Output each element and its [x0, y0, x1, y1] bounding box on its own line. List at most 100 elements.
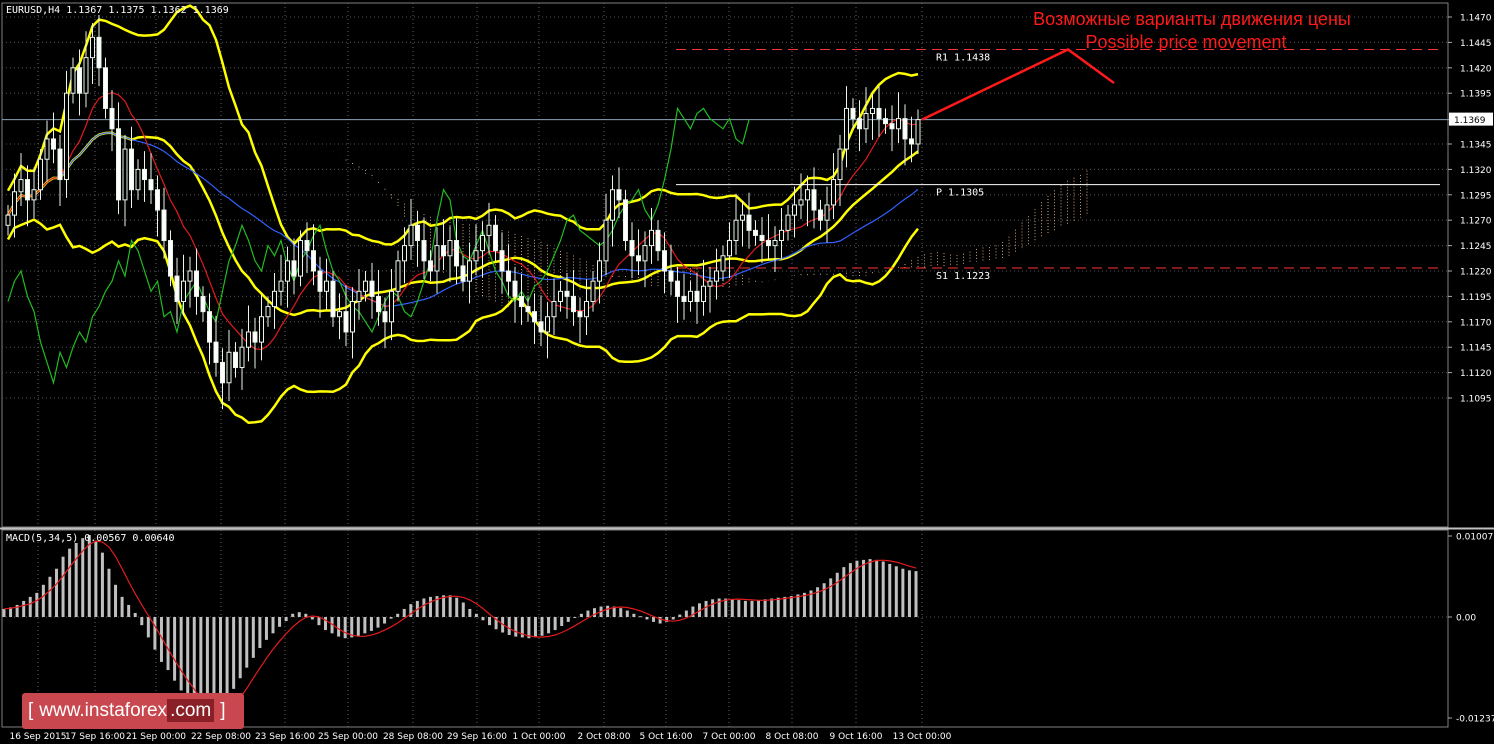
- macd-bar: [376, 617, 380, 628]
- bull-candle: [551, 300, 557, 318]
- macd-bar: [671, 617, 675, 620]
- macd-bar: [560, 617, 564, 626]
- macd-bar: [586, 610, 590, 617]
- macd-bar: [533, 617, 537, 638]
- x-tick-label: 17 Sep 16:00: [65, 732, 125, 742]
- bear-candle: [525, 306, 531, 313]
- macd-bar: [383, 617, 387, 624]
- macd-bar: [652, 617, 656, 622]
- bear-candle: [142, 168, 147, 181]
- macd-bar: [245, 617, 249, 668]
- bear-candle: [662, 250, 667, 272]
- x-tick-label: 8 Oct 08:00: [766, 732, 819, 742]
- bull-candle: [733, 219, 739, 242]
- bull-candle: [389, 290, 394, 323]
- macd-bar: [179, 617, 183, 691]
- bear-candle: [51, 138, 56, 150]
- bull-candle: [480, 234, 485, 252]
- macd-bar: [783, 596, 787, 617]
- bear-candle: [811, 189, 817, 211]
- bear-candle: [103, 67, 108, 109]
- y-tick-label: 1.1420: [1460, 64, 1492, 74]
- macd-bar: [842, 567, 846, 617]
- macd-bar: [573, 617, 577, 618]
- bear-candle: [681, 295, 687, 302]
- bull-candle: [239, 346, 245, 369]
- bull-candle: [597, 260, 602, 282]
- bull-candle: [467, 260, 472, 282]
- macd-bar: [474, 613, 478, 617]
- macd-bar: [422, 598, 426, 617]
- bear-candle: [694, 290, 700, 302]
- bear-candle: [96, 36, 102, 69]
- bear-candle: [317, 270, 323, 292]
- macd-bar: [428, 596, 432, 617]
- bull-candle: [64, 92, 69, 181]
- instaforex-logo[interactable]: [www.instaforex .com]: [22, 693, 244, 729]
- bear-candle: [213, 341, 219, 363]
- macd-bar: [369, 617, 373, 631]
- macd-bar: [271, 617, 275, 634]
- bull-candle: [837, 148, 843, 181]
- bull-candle: [688, 290, 693, 302]
- macd-bar: [835, 572, 839, 617]
- bear-candle: [233, 351, 238, 369]
- bull-candle: [792, 204, 797, 216]
- bear-candle: [668, 270, 674, 282]
- bull-candle: [246, 331, 251, 348]
- macd-bar: [74, 542, 78, 617]
- macd-bar: [48, 576, 52, 617]
- bull-candle: [863, 113, 869, 130]
- bull-candle: [486, 224, 492, 236]
- macd-bar: [684, 610, 688, 617]
- bull-candle: [187, 270, 193, 282]
- bull-candle: [649, 229, 654, 247]
- bull-candle: [12, 191, 17, 216]
- macd-bar: [264, 617, 268, 640]
- price-chart[interactable]: R1 1.1438 P 1.1305 S1 1.1223 16 Sep 201517…: [0, 0, 1494, 744]
- macd-bar: [291, 613, 295, 617]
- bull-candle: [740, 214, 745, 221]
- bear-candle: [909, 138, 914, 145]
- macd-bar: [796, 594, 800, 617]
- bear-candle: [415, 224, 420, 242]
- bull-candle: [720, 255, 726, 272]
- macd-bar: [251, 617, 255, 658]
- bear-candle: [194, 270, 199, 297]
- y-tick-label: 1.1120: [1460, 369, 1492, 379]
- x-tick-label: 16 Sep 2015: [9, 732, 66, 742]
- bear-candle: [148, 179, 154, 191]
- macd-bar: [61, 556, 65, 617]
- bull-candle: [70, 67, 76, 94]
- macd-bar: [579, 613, 583, 617]
- macd-bar: [186, 617, 190, 699]
- bear-candle: [252, 331, 258, 343]
- bear-candle: [421, 240, 427, 262]
- macd-bar: [907, 570, 911, 617]
- macd-bar: [258, 617, 262, 649]
- macd-bar: [455, 597, 459, 617]
- level-label-r1: R1 1.1438: [936, 53, 990, 64]
- bear-candle: [746, 214, 752, 231]
- bear-candle: [818, 209, 823, 221]
- y-tick-label: 1.1170: [1460, 318, 1492, 328]
- macd-bar: [730, 599, 734, 617]
- bull-candle: [135, 168, 141, 191]
- bull-candle: [545, 316, 550, 333]
- bull-candle: [356, 290, 362, 302]
- macd-bar: [553, 617, 557, 631]
- bull-candle: [38, 158, 43, 191]
- x-tick-label: 2 Oct 08:00: [578, 732, 631, 742]
- bull-candle: [259, 316, 264, 343]
- bear-candle: [77, 67, 82, 94]
- macd-bar: [173, 617, 177, 681]
- bear-candle: [200, 295, 206, 313]
- bull-candle: [707, 280, 713, 287]
- annotation-en: Possible price movement: [1085, 32, 1286, 52]
- macd-bar: [297, 612, 301, 617]
- bull-candle: [473, 250, 479, 262]
- bull-candle: [83, 57, 89, 94]
- bear-candle: [174, 275, 180, 302]
- bull-candle: [285, 260, 290, 282]
- bull-candle: [610, 189, 615, 221]
